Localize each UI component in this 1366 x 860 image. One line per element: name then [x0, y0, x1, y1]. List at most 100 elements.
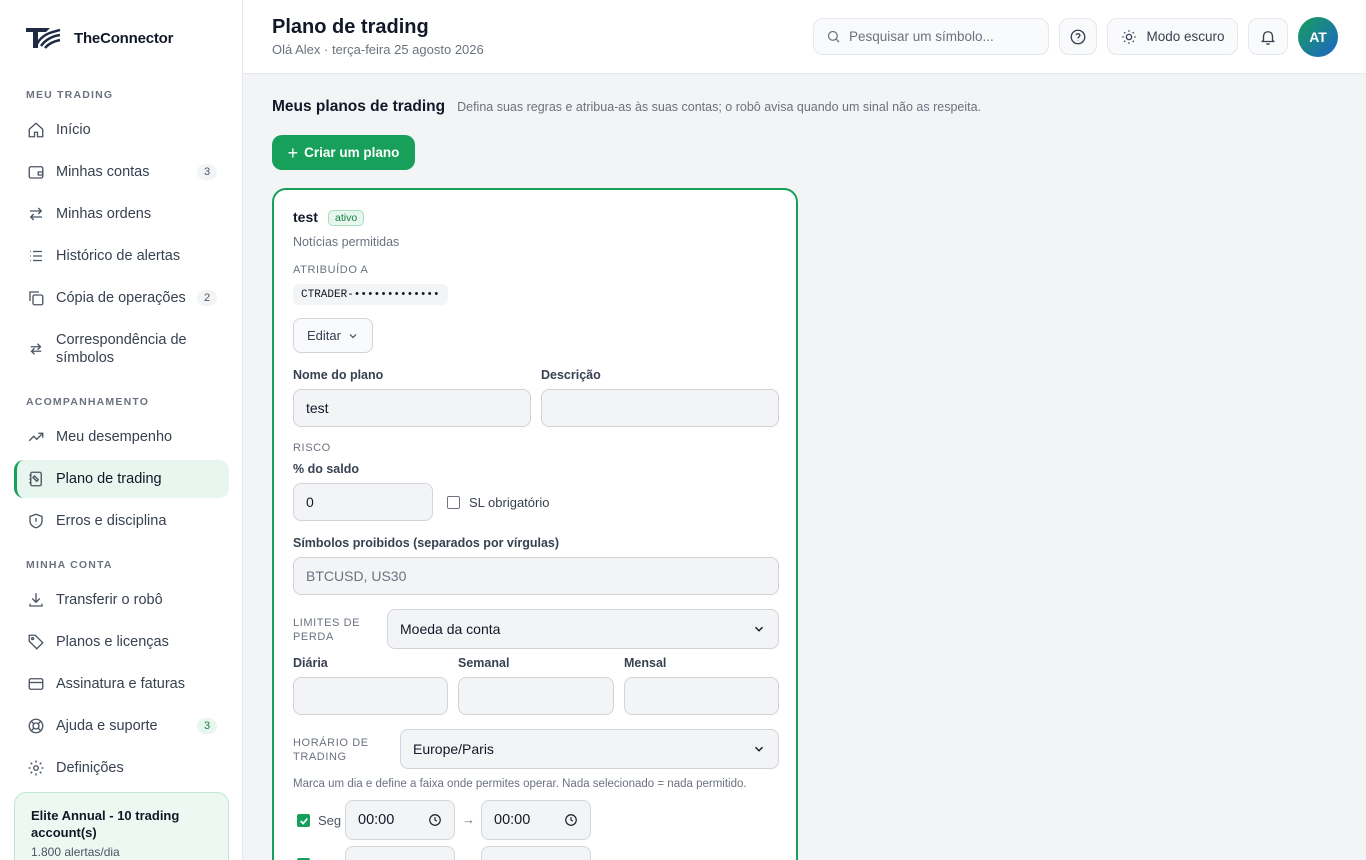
sidebar-item-performance[interactable]: Meu desempenho — [14, 418, 229, 456]
day-label-mon: Seg — [318, 813, 342, 828]
brand-name: TheConnector — [74, 29, 174, 47]
sidebar-item-copy[interactable]: Cópia de operações 2 — [14, 279, 229, 317]
balance-percent-input[interactable] — [293, 483, 433, 521]
count-badge: 3 — [197, 164, 217, 180]
lifebuoy-icon — [26, 716, 46, 736]
count-badge: 2 — [197, 290, 217, 306]
sidebar-item-home[interactable]: Início — [14, 111, 229, 149]
swap-icon — [26, 339, 46, 359]
sidebar-item-orders[interactable]: Minhas ordens — [14, 195, 229, 233]
assigned-label: Atribuído a — [293, 264, 369, 276]
sidebar-item-trading-plan[interactable]: Plano de trading — [14, 460, 229, 498]
create-plan-button[interactable]: + Criar um plano — [272, 135, 415, 170]
notifications-button[interactable] — [1248, 18, 1288, 55]
edit-button[interactable]: Editar — [293, 318, 373, 353]
sidebar-item-label: Correspondência de símbolos — [56, 332, 187, 366]
sidebar-item-label: Ajuda e suporte — [56, 718, 158, 734]
sidebar-item-symbol-mapping[interactable]: Correspondência de símbolos — [14, 327, 229, 371]
plan-name-label: Nome do plano — [293, 368, 384, 382]
clock-icon — [565, 814, 577, 826]
edit-label: Editar — [307, 328, 341, 343]
loss-currency-value: Moeda da conta — [400, 621, 501, 637]
help-button[interactable] — [1059, 18, 1097, 55]
brand[interactable]: TheConnector — [24, 24, 173, 52]
chevron-down-icon — [754, 746, 764, 752]
sidebar-item-settings[interactable]: Definições — [14, 749, 229, 787]
card-icon — [26, 674, 46, 694]
plan-news-rule: Notícias permitidas — [293, 235, 400, 249]
sidebar-item-support[interactable]: Ajuda e suporte 3 — [14, 707, 229, 745]
sidebar-item-label: Transferir o robô — [56, 592, 163, 608]
end-time-input[interactable]: 00:00 — [481, 800, 591, 840]
gear-icon — [26, 758, 46, 778]
section-label-my-account: Minha conta — [26, 559, 113, 571]
shield-icon — [26, 511, 46, 531]
sidebar-item-alerts[interactable]: Histórico de alertas — [14, 237, 229, 275]
start-time-input[interactable]: 00:00 — [345, 800, 455, 840]
copy-icon — [26, 288, 46, 308]
sidebar-item-download[interactable]: Transferir o robô — [14, 581, 229, 619]
end-time-value: 00:00 — [494, 812, 531, 828]
chevron-down-icon — [754, 626, 764, 632]
day-checkbox-mon[interactable] — [297, 814, 310, 827]
description-label: Descrição — [541, 368, 601, 382]
hours-hint: Marca um dia e define a faixa onde permi… — [293, 778, 747, 790]
topbar: Plano de trading Olá Alex · terça-feira … — [243, 0, 1366, 74]
download-icon — [26, 590, 46, 610]
brand-logo-icon — [26, 28, 61, 49]
dark-mode-label: Modo escuro — [1146, 29, 1225, 44]
chevron-down-icon — [349, 333, 357, 338]
time-range-arrow: → — [462, 812, 475, 827]
count-badge: 3 — [197, 718, 217, 734]
sidebar-item-label: Cópia de operações — [56, 290, 186, 306]
search-box[interactable] — [813, 18, 1049, 55]
sidebar-item-label: Definições — [56, 760, 124, 776]
help-icon — [1070, 29, 1086, 44]
sidebar-item-label: Plano de trading — [56, 471, 162, 487]
plan-name-input[interactable] — [293, 389, 531, 427]
subscription-card[interactable]: Elite Annual - 10 trading account(s) 1.8… — [14, 792, 229, 860]
description-input[interactable] — [541, 389, 779, 427]
start-time-input-next[interactable] — [345, 846, 455, 860]
sidebar-item-accounts[interactable]: Minhas contas 3 — [14, 153, 229, 191]
sidebar-item-errors[interactable]: Erros e disciplina — [14, 502, 229, 540]
section-description: Defina suas regras e atribua-as às suas … — [457, 100, 982, 114]
loss-currency-select[interactable]: Moeda da conta — [387, 609, 779, 649]
search-icon — [827, 30, 840, 43]
balance-label: % do saldo — [293, 462, 359, 476]
sidebar-item-billing[interactable]: Assinatura e faturas — [14, 665, 229, 703]
end-time-input-next[interactable] — [481, 846, 591, 860]
section-label-tracking: Acompanhamento — [26, 396, 150, 408]
daily-limit-input[interactable] — [293, 677, 448, 715]
sl-required-label: SL obrigatório — [469, 495, 550, 510]
timezone-select[interactable]: Europe/Paris — [400, 729, 779, 769]
dark-mode-button[interactable]: Modo escuro — [1107, 18, 1238, 55]
sl-required-checkbox[interactable] — [447, 496, 460, 509]
section-label-my-trading: Meu trading — [26, 89, 114, 101]
arrows-icon — [26, 204, 46, 224]
notebook-icon — [26, 469, 46, 489]
section-header: Meus planos de trading Defina suas regra… — [272, 98, 981, 116]
page-subtitle: Olá Alex · terça-feira 25 agosto 2026 — [272, 42, 484, 57]
risk-label: Risco — [293, 442, 331, 454]
avatar[interactable]: AT — [1298, 17, 1338, 57]
create-plan-label: Criar um plano — [304, 145, 400, 160]
search-input[interactable] — [849, 29, 1039, 44]
sidebar-item-label: Erros e disciplina — [56, 513, 167, 529]
sidebar-item-licenses[interactable]: Planos e licenças — [14, 623, 229, 661]
start-time-value: 00:00 — [358, 812, 395, 828]
account-chip: CTRADER-••••••••••••• — [293, 284, 448, 305]
sidebar-item-label: Início — [56, 122, 91, 138]
forbidden-symbols-input[interactable] — [293, 557, 779, 595]
weekly-label: Semanal — [458, 656, 510, 670]
bell-icon — [1261, 30, 1275, 45]
sidebar-item-label: Minhas ordens — [56, 206, 152, 222]
home-icon — [26, 120, 46, 140]
wallet-icon — [26, 162, 46, 182]
forbidden-symbols-label: Símbolos proibidos (separados por vírgul… — [293, 536, 560, 550]
daily-label: Diária — [293, 656, 328, 670]
weekly-limit-input[interactable] — [458, 677, 614, 715]
clock-icon — [429, 814, 441, 826]
monthly-limit-input[interactable] — [624, 677, 779, 715]
plan-card: test ativo Notícias permitidas Atribuído… — [272, 188, 798, 860]
